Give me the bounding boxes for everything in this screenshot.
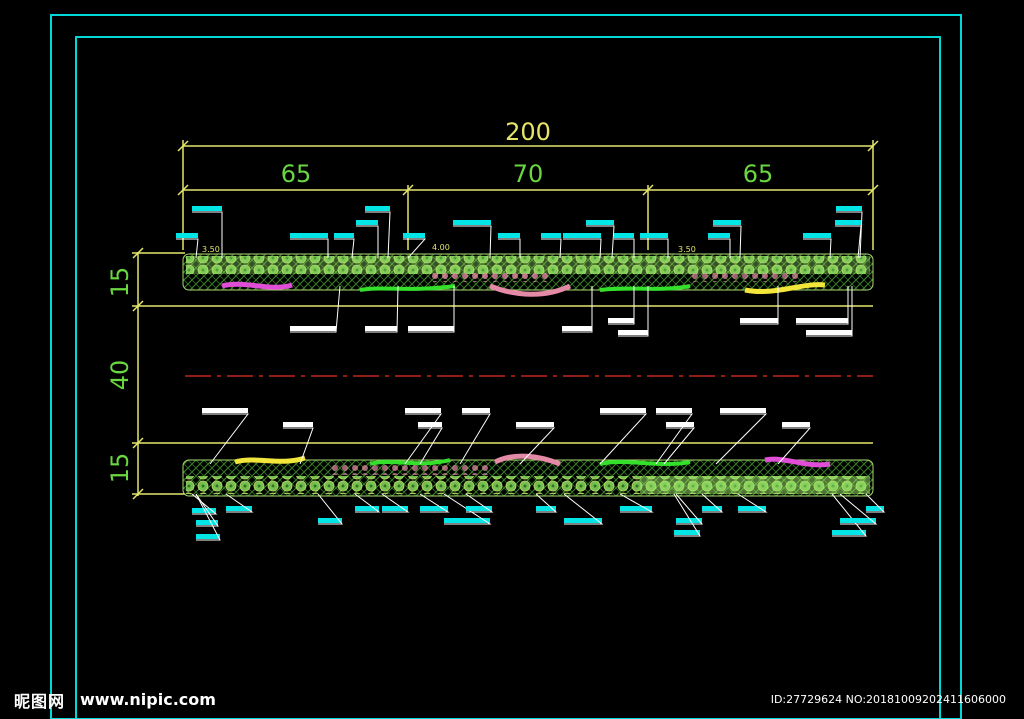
leader-line bbox=[195, 493, 221, 541]
leader-line bbox=[408, 286, 455, 333]
label-box bbox=[405, 408, 441, 413]
label-box bbox=[600, 408, 646, 413]
cad-planting-plan: 200 65 70 65 15 40 15 3.50 4.00 3.50 bbox=[50, 14, 962, 719]
watermark-url: www.nipic.com bbox=[80, 690, 216, 709]
label-box bbox=[541, 233, 561, 238]
leader-line bbox=[777, 427, 812, 465]
label-box bbox=[355, 506, 379, 511]
label-box bbox=[403, 233, 425, 238]
label-box bbox=[836, 206, 862, 211]
leader-line bbox=[356, 225, 379, 258]
leader-line bbox=[806, 286, 853, 337]
label-box bbox=[866, 506, 884, 511]
leader-line bbox=[365, 285, 399, 333]
label-box bbox=[713, 220, 741, 225]
leader-line bbox=[418, 427, 443, 465]
dim-top-strip: 15 bbox=[106, 267, 134, 298]
label-box bbox=[516, 422, 554, 427]
label-box bbox=[620, 506, 652, 511]
label-box bbox=[283, 422, 313, 427]
dim-middle-segment: 70 bbox=[513, 160, 544, 188]
leader-line bbox=[655, 413, 693, 465]
label-box bbox=[563, 233, 601, 238]
bottom-planting-strip bbox=[182, 453, 874, 497]
label-box bbox=[708, 233, 730, 238]
top-scale-mid: 4.00 bbox=[432, 243, 450, 252]
label-box bbox=[614, 233, 634, 238]
dim-left-segment: 65 bbox=[281, 160, 312, 188]
dim-median: 40 bbox=[106, 360, 134, 391]
leader-line bbox=[831, 493, 868, 537]
top-scale-left: 3.50 bbox=[202, 245, 220, 254]
leader-line bbox=[599, 413, 648, 465]
label-box bbox=[192, 206, 222, 211]
dim-bottom-strip: 15 bbox=[106, 453, 134, 484]
label-box bbox=[444, 518, 490, 523]
leader-line bbox=[835, 225, 862, 259]
label-box bbox=[640, 233, 668, 238]
label-box bbox=[656, 408, 692, 413]
leader-line bbox=[713, 225, 742, 259]
watermark-logo: 昵图网 bbox=[14, 692, 66, 711]
label-box bbox=[466, 506, 492, 511]
label-box bbox=[196, 534, 220, 539]
label-box bbox=[176, 233, 198, 238]
label-box bbox=[796, 318, 848, 323]
label-box bbox=[536, 506, 556, 511]
label-box bbox=[418, 422, 442, 427]
label-box bbox=[782, 422, 810, 427]
label-box bbox=[618, 330, 648, 335]
leader-line bbox=[202, 413, 250, 465]
label-box bbox=[356, 220, 378, 225]
label-box bbox=[498, 233, 520, 238]
label-box bbox=[803, 233, 831, 238]
leader-line bbox=[453, 225, 492, 259]
label-box bbox=[806, 330, 852, 335]
label-box bbox=[840, 518, 876, 523]
label-box bbox=[420, 506, 448, 511]
label-box bbox=[674, 530, 700, 535]
label-box bbox=[382, 506, 408, 511]
label-box bbox=[290, 233, 328, 238]
label-box bbox=[740, 318, 778, 323]
leader-line bbox=[562, 286, 593, 333]
leader-line bbox=[673, 493, 701, 537]
label-box bbox=[564, 518, 602, 523]
dim-right-segment: 65 bbox=[743, 160, 774, 188]
dimension-chain bbox=[177, 140, 879, 250]
watermark-id: ID:27729624 NO:20181009202411606000 bbox=[770, 693, 1006, 706]
label-box bbox=[832, 530, 866, 535]
label-box bbox=[835, 220, 861, 225]
label-box bbox=[290, 326, 336, 331]
label-box bbox=[408, 326, 454, 331]
top-planting-strip bbox=[182, 253, 874, 297]
label-box bbox=[562, 326, 592, 331]
leader-line bbox=[715, 413, 768, 465]
label-box bbox=[334, 233, 354, 238]
label-box bbox=[365, 326, 397, 331]
label-box bbox=[738, 506, 766, 511]
label-box bbox=[666, 422, 694, 427]
label-box bbox=[462, 408, 490, 413]
label-box bbox=[720, 408, 766, 413]
leader-line bbox=[459, 413, 491, 465]
dim-overall: 200 bbox=[505, 118, 551, 146]
leader-line bbox=[290, 285, 341, 333]
label-box bbox=[702, 506, 722, 511]
leader-line bbox=[836, 211, 863, 259]
label-box bbox=[586, 220, 614, 225]
label-box bbox=[453, 220, 491, 225]
label-box bbox=[365, 206, 390, 211]
label-box bbox=[202, 408, 248, 413]
label-box bbox=[226, 506, 252, 511]
label-box bbox=[608, 318, 634, 323]
leader-line bbox=[618, 286, 649, 337]
top-scale-right: 3.50 bbox=[678, 245, 696, 254]
